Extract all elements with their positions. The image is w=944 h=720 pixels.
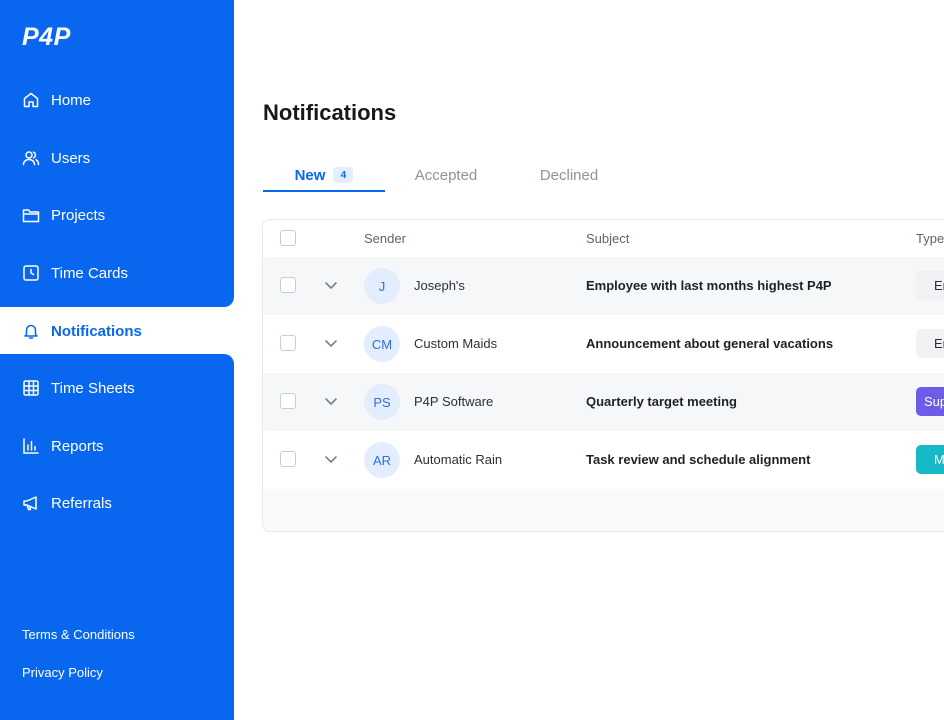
sidebar-item-time-sheets[interactable]: Time Sheets [22,376,135,400]
avatar: AR [364,442,400,478]
sidebar-item-reports[interactable]: Reports [22,434,104,458]
table-row[interactable]: CM Custom Maids Announcement about gener… [263,315,944,373]
sidebar-item-notifications[interactable]: Notifications [22,319,142,343]
sender-name: P4P Software [414,394,494,409]
avatar: J [364,268,400,304]
bell-icon [22,322,40,340]
column-header-sender[interactable]: Sender [364,231,406,246]
page-title: Notifications [263,100,397,125]
sidebar-item-time-cards[interactable]: Time Cards [22,261,128,285]
sidebar-item-label: Projects [51,206,106,224]
table-header: Sender Subject Type [263,220,944,257]
chevron-down-icon[interactable] [323,277,339,293]
column-header-subject[interactable]: Subject [586,231,629,246]
subject-text: Employee with last months highest P4P [586,278,832,293]
sidebar-item-home[interactable]: Home [22,88,91,112]
tab-label: Accepted [414,166,478,184]
row-checkbox[interactable] [280,393,296,409]
sidebar-item-referrals[interactable]: Referrals [22,491,112,515]
type-badge: M [916,445,944,474]
subject-text: Task review and schedule alignment [586,452,811,467]
clock-icon [22,264,40,282]
notifications-table: Sender Subject Type J Joseph's Employee … [262,219,944,532]
avatar: CM [364,326,400,362]
table-row[interactable]: PS P4P Software Quarterly target meeting… [263,373,944,431]
sidebar-item-users[interactable]: Users [22,146,90,170]
tab-label: New [294,166,326,184]
privacy-link[interactable]: Privacy Policy [22,665,103,680]
tab-label: Declined [539,166,599,184]
row-checkbox[interactable] [280,335,296,351]
tab-new[interactable]: New 4 [263,160,385,192]
sidebar-item-label: Referrals [51,494,112,512]
sidebar-item-label: Time Cards [51,264,128,282]
grid-icon [22,379,40,397]
sidebar-item-label: Reports [51,437,104,455]
sender-name: Custom Maids [414,336,498,351]
terms-link[interactable]: Terms & Conditions [22,627,135,642]
chevron-down-icon[interactable] [323,451,339,467]
users-icon [22,149,40,167]
megaphone-icon [22,494,40,512]
sidebar: P4P Home Users Projects Time Cards Notif… [0,0,234,720]
sender-name: Automatic Rain [414,452,503,467]
sidebar-item-label: Notifications [51,322,142,340]
sidebar-item-label: Home [51,91,92,109]
select-all-checkbox[interactable] [280,230,296,246]
subject-text: Quarterly target meeting [586,394,737,409]
sidebar-item-label: Time Sheets [51,379,135,397]
folder-icon [22,206,40,224]
tab-declined[interactable]: Declined [526,160,612,190]
row-checkbox[interactable] [280,277,296,293]
chevron-down-icon[interactable] [323,335,339,351]
type-badge: Sup [916,387,944,416]
type-badge: Er [916,329,944,358]
home-icon [22,91,40,109]
app-logo[interactable]: P4P [22,23,71,52]
chevron-down-icon[interactable] [323,393,339,409]
avatar: PS [364,384,400,420]
count-badge: 4 [333,167,354,183]
bar-chart-icon [22,437,40,455]
row-checkbox[interactable] [280,451,296,467]
column-header-type[interactable]: Type [916,231,944,246]
sidebar-item-projects[interactable]: Projects [22,203,105,227]
tab-accepted[interactable]: Accepted [400,160,492,190]
subject-text: Announcement about general vacations [586,336,834,351]
table-row[interactable]: AR Automatic Rain Task review and schedu… [263,431,944,489]
sidebar-item-label: Users [51,149,91,167]
type-badge: Er [916,271,944,300]
sender-name: Joseph's [414,278,465,293]
table-row[interactable]: J Joseph's Employee with last months hig… [263,257,944,315]
